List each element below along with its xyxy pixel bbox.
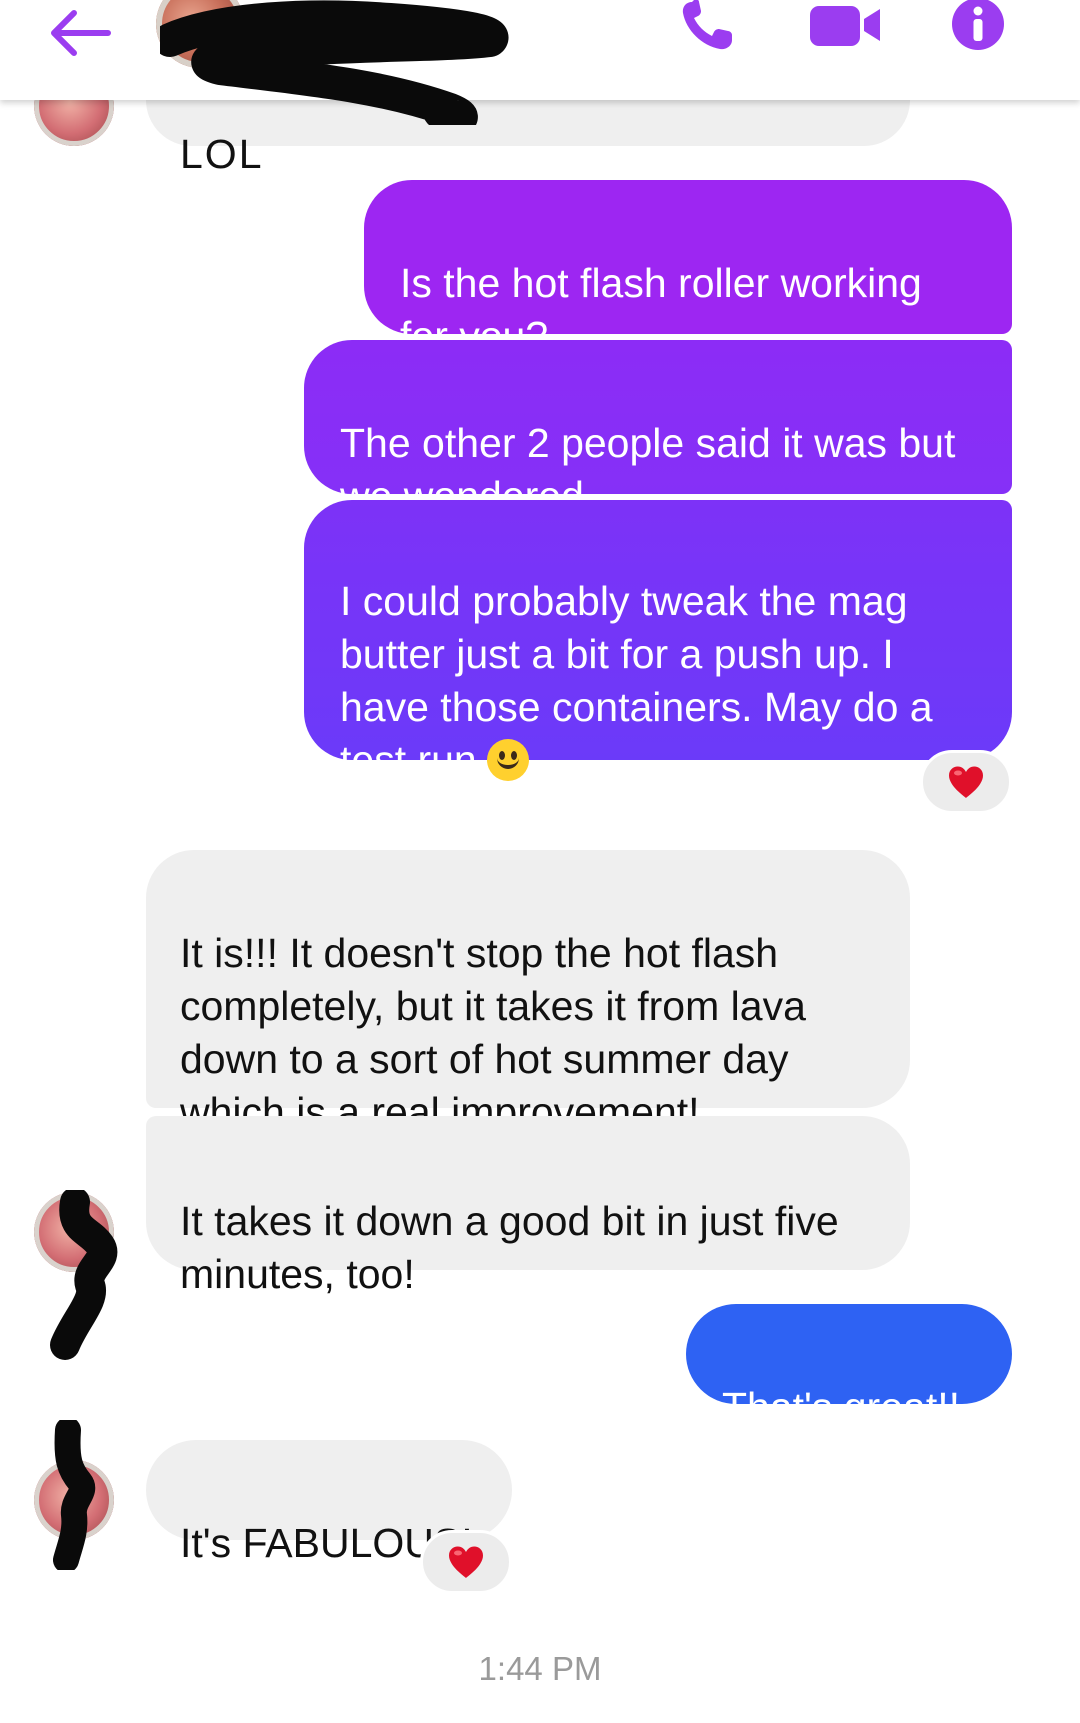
- incoming-message[interactable]: It takes it down a good bit in just five…: [146, 1116, 910, 1297]
- smiling-face-icon: [486, 739, 529, 781]
- video-camera-icon: [810, 6, 880, 46]
- message-text: It takes it down a good bit in just five…: [180, 1198, 839, 1297]
- info-icon: [952, 0, 1004, 50]
- outgoing-message[interactable]: The other 2 people said it was but we wo…: [304, 340, 1012, 519]
- redaction-scribble: [53, 1420, 96, 1570]
- red-heart-icon: [949, 766, 983, 798]
- outgoing-message[interactable]: I could probably tweak the mag butter ju…: [304, 500, 1012, 783]
- message-text: I could probably tweak the mag butter ju…: [340, 578, 933, 783]
- conversation-info-button[interactable]: [950, 0, 1006, 52]
- message-reaction[interactable]: [420, 1530, 512, 1594]
- message-reaction[interactable]: [920, 750, 1012, 814]
- back-button[interactable]: [46, 8, 112, 58]
- red-heart-icon: [449, 1546, 483, 1578]
- message-text: That's great!!: [722, 1384, 960, 1430]
- messenger-conversation: LOL Is the hot flash roller working for …: [0, 0, 1080, 1723]
- video-call-button[interactable]: [808, 2, 882, 48]
- outgoing-message[interactable]: That's great!!: [686, 1304, 1012, 1430]
- arrow-left-icon: [51, 10, 111, 56]
- redaction-scribble: [160, 0, 509, 125]
- audio-call-button[interactable]: [678, 0, 738, 52]
- message-text: LOL: [180, 131, 264, 177]
- incoming-message[interactable]: It is!!! It doesn't stop the hot flash c…: [146, 850, 910, 1135]
- message-timestamp: 1:44 PM: [478, 1650, 602, 1687]
- message-text: It is!!! It doesn't stop the hot flash c…: [180, 930, 806, 1135]
- redaction-scribble: [50, 1190, 118, 1360]
- incoming-message[interactable]: It's FABULOUS!: [146, 1440, 512, 1566]
- phone-icon: [682, 0, 732, 50]
